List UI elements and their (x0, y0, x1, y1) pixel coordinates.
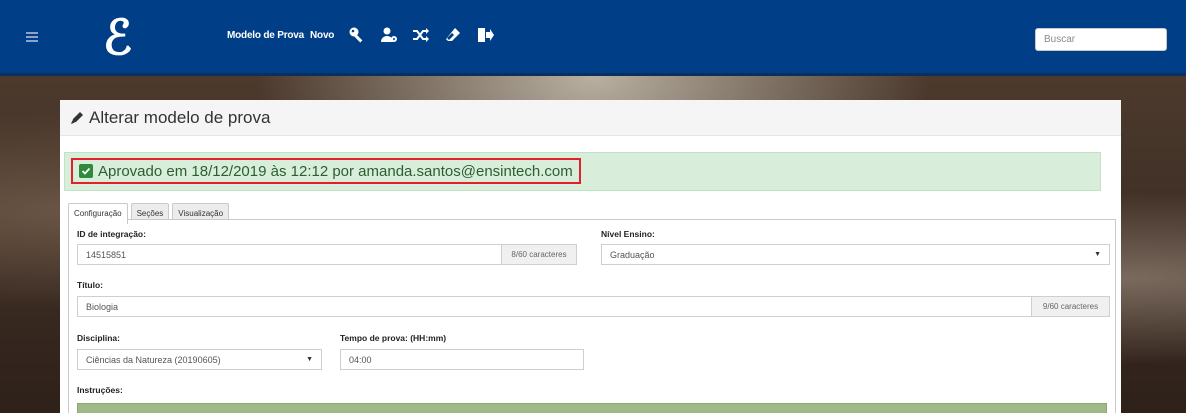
search-input[interactable] (1035, 28, 1167, 51)
nivel-ensino-select[interactable]: Graduação ▼ (601, 244, 1110, 265)
nav-novo[interactable]: Novo (310, 30, 334, 41)
main-nav: Modelo de Prova Novo (227, 26, 495, 44)
user-settings-icon[interactable] (380, 26, 398, 44)
shuffle-icon[interactable] (412, 26, 430, 44)
id-integracao-input[interactable]: 14515851 (77, 244, 502, 265)
tab-configuracao[interactable]: Configuração (68, 203, 128, 224)
disciplina-label: Disciplina: (77, 333, 120, 343)
tempo-prova-input[interactable]: 04:00 (340, 349, 584, 370)
titulo-input[interactable]: Biologia (77, 296, 1032, 317)
approval-text: Aprovado em 18/12/2019 às 12:12 por aman… (98, 162, 573, 180)
eraser-icon[interactable] (444, 26, 462, 44)
configuration-form: ID de integração: 14515851 8/60 caracter… (68, 219, 1116, 413)
tempo-prova-label: Tempo de prova: (HH:mm) (340, 333, 447, 343)
titulo-label: Título: (77, 280, 103, 290)
top-navbar: ℰ Modelo de Prova Novo (0, 0, 1186, 76)
disciplina-select[interactable]: Ciências da Natureza (20190605) ▼ (77, 349, 322, 370)
approval-alert: Aprovado em 18/12/2019 às 12:12 por aman… (64, 152, 1101, 191)
id-integracao-counter: 8/60 caracteres (501, 244, 577, 265)
nivel-ensino-label: Nível Ensino: (601, 229, 655, 239)
chevron-down-icon: ▼ (1094, 251, 1101, 258)
nivel-ensino-value: Graduação (610, 249, 655, 260)
check-shield-icon (79, 164, 93, 178)
instrucoes-label: Instruções: (77, 385, 123, 395)
page-title: Alterar modelo de prova (89, 107, 271, 127)
disciplina-value: Ciências da Natureza (20190605) (86, 354, 221, 365)
titulo-counter: 9/60 caracteres (1031, 296, 1110, 317)
key-icon[interactable] (348, 26, 366, 44)
nav-modelo-de-prova[interactable]: Modelo de Prova (227, 30, 304, 41)
logout-icon[interactable] (476, 26, 495, 44)
id-integracao-label: ID de integração: (77, 229, 146, 239)
panel-header: Alterar modelo de prova (60, 100, 1121, 136)
edit-panel: Alterar modelo de prova Aprovado em 18/1… (60, 100, 1121, 413)
chevron-down-icon: ▼ (306, 356, 313, 363)
instrucoes-editor-toolbar[interactable] (77, 403, 1107, 413)
approval-highlight: Aprovado em 18/12/2019 às 12:12 por aman… (71, 158, 581, 184)
pencil-icon (71, 111, 83, 124)
menu-icon[interactable] (26, 32, 38, 42)
app-logo[interactable]: ℰ (103, 14, 132, 62)
